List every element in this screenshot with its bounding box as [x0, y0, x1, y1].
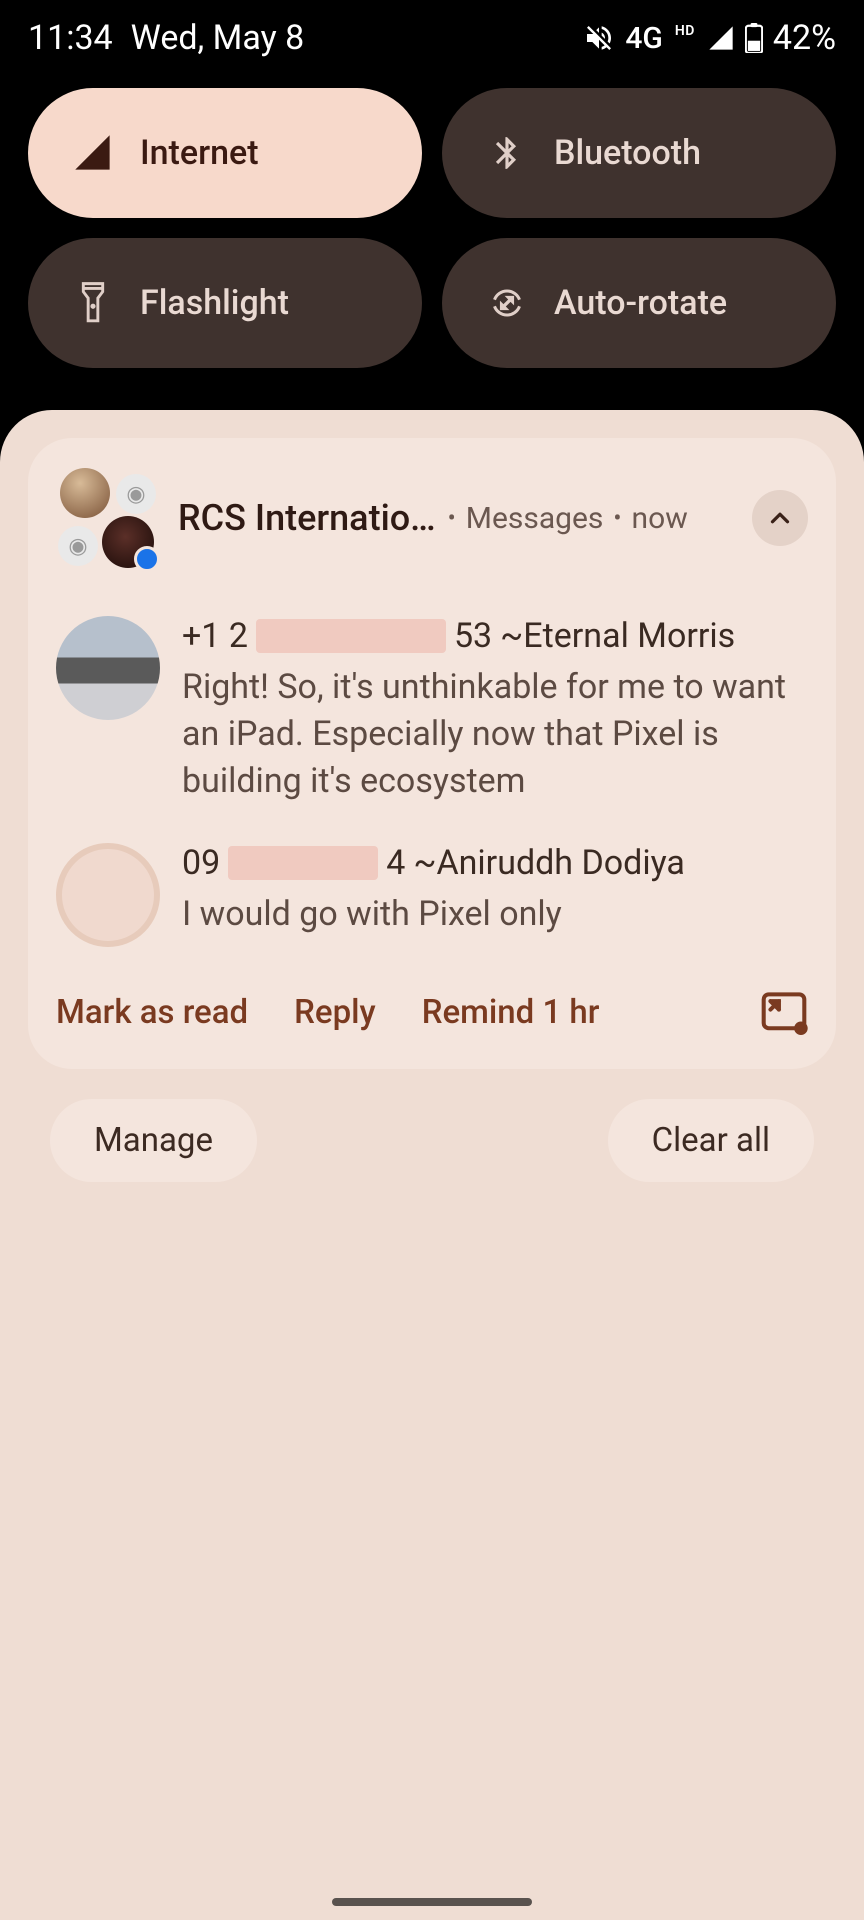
qs-tile-flashlight[interactable]: Flashlight [28, 238, 422, 368]
qs-label: Auto-rotate [554, 283, 727, 323]
manage-button[interactable]: Manage [50, 1099, 257, 1182]
message-text: I would go with Pixel only [182, 891, 808, 938]
flashlight-icon [72, 282, 114, 324]
bluetooth-icon [486, 132, 528, 174]
nav-handle[interactable] [332, 1898, 532, 1906]
notification-shade: ◉ ◉ RCS Internatio… • Messages • now [0, 410, 864, 1920]
bubble-icon[interactable] [760, 991, 808, 1035]
mute-icon [583, 22, 615, 54]
avatar [56, 843, 160, 947]
reply-button[interactable]: Reply [294, 993, 376, 1032]
internet-icon [72, 132, 114, 174]
notification-title: RCS Internatio… [178, 497, 436, 539]
message-sender: +1 2 53 ~Eternal Morris [182, 616, 808, 656]
avatar [56, 616, 160, 720]
status-bar: 11:34 Wed, May 8 4G HD 42% [0, 0, 864, 68]
qs-tile-internet[interactable]: Internet [28, 88, 422, 218]
battery-percent-label: 42% [773, 18, 836, 58]
qs-tile-autorotate[interactable]: Auto-rotate [442, 238, 836, 368]
signal-icon [707, 24, 735, 52]
status-time: 11:34 [28, 18, 113, 58]
message-text: Right! So, it's unthinkable for me to wa… [182, 664, 808, 805]
shade-footer: Manage Clear all [28, 1069, 836, 1182]
qs-label: Bluetooth [554, 133, 701, 173]
message-sender: 09 4 ~Aniruddh Dodiya [182, 843, 808, 883]
notification-app-label: Messages [466, 501, 604, 536]
mark-as-read-button[interactable]: Mark as read [56, 993, 248, 1032]
status-date: Wed, May 8 [131, 18, 305, 58]
notification-actions: Mark as read Reply Remind 1 hr [56, 955, 808, 1069]
message-row[interactable]: 09 4 ~Aniruddh Dodiya I would go with Pi… [56, 813, 808, 955]
notification-header[interactable]: ◉ ◉ RCS Internatio… • Messages • now [56, 460, 808, 586]
group-avatar: ◉ ◉ [56, 468, 156, 568]
message-row[interactable]: +1 2 53 ~Eternal Morris Right! So, it's … [56, 586, 808, 813]
qs-tile-bluetooth[interactable]: Bluetooth [442, 88, 836, 218]
network-type-label: 4G [625, 21, 663, 56]
hd-badge: HD [673, 22, 697, 40]
qs-label: Flashlight [140, 283, 289, 323]
redacted-number [256, 619, 446, 653]
chevron-up-icon [765, 503, 795, 533]
qs-label: Internet [140, 133, 259, 173]
quick-settings-grid: Internet Bluetooth Flashlight Auto-rotat… [0, 68, 864, 396]
redacted-number [228, 846, 378, 880]
collapse-button[interactable] [752, 490, 808, 546]
notification-meta: • Messages • now [448, 501, 688, 536]
battery-icon [745, 23, 763, 53]
notification-card[interactable]: ◉ ◉ RCS Internatio… • Messages • now [28, 438, 836, 1069]
clear-all-button[interactable]: Clear all [608, 1099, 814, 1182]
notification-time-label: now [632, 501, 688, 536]
autorotate-icon [486, 282, 528, 324]
remind-button[interactable]: Remind 1 hr [422, 993, 600, 1032]
